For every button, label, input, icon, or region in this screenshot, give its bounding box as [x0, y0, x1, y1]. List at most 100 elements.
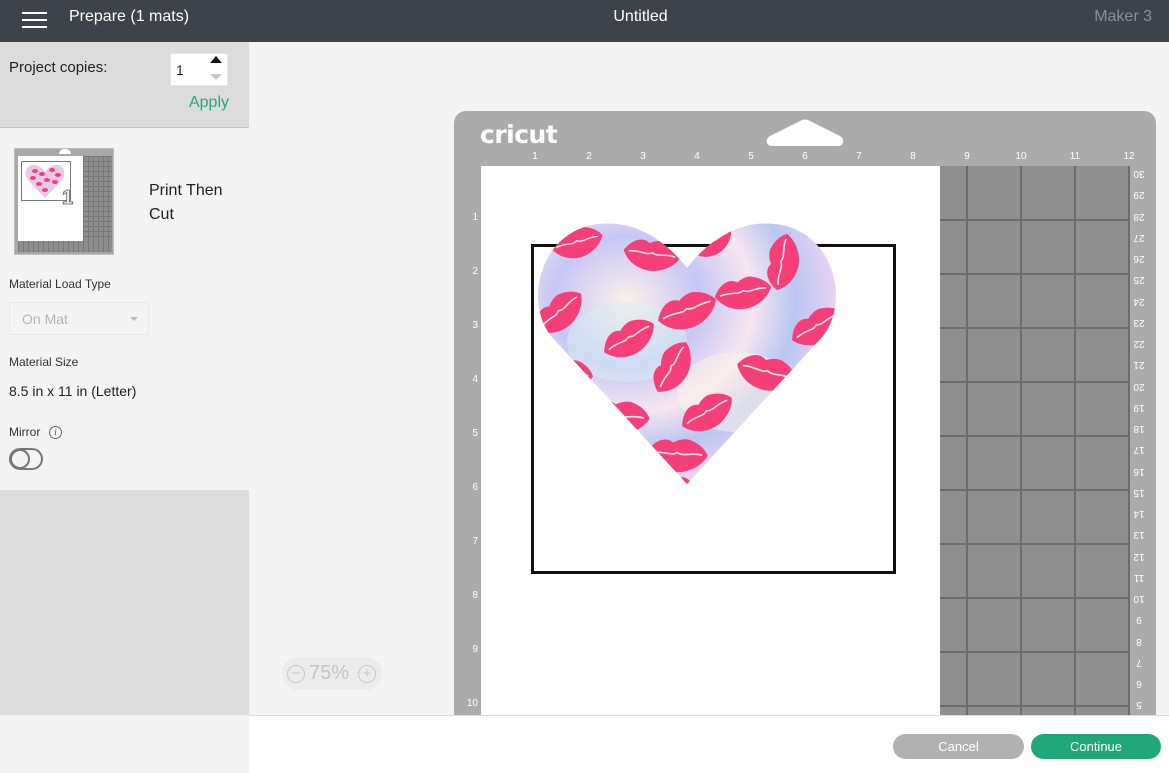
mat-grid-area [940, 166, 1130, 751]
grid-line [966, 166, 968, 751]
ruler-tick-label: 13 [1133, 529, 1145, 541]
ruler-tick-label: 17 [1133, 444, 1145, 456]
ruler-tick-label: 18 [1133, 423, 1145, 434]
ruler-tick-label: 7 [1136, 656, 1142, 668]
ruler-tick-label: 20 [1133, 380, 1145, 392]
material-load-type-label: Material Load Type [9, 277, 111, 291]
ruler-tick-label: 22 [1133, 338, 1145, 349]
ruler-tick-label: 10 [466, 698, 478, 709]
ruler-tick-label: 15 [1133, 486, 1145, 498]
ruler-tick-label: 9 [1136, 614, 1142, 626]
ruler-tick-label: 12 [1123, 151, 1135, 162]
ruler-tick-label: 2 [472, 266, 478, 277]
grid-line [940, 651, 1129, 653]
zoom-control: − 75% + [282, 657, 382, 690]
zoom-out-icon[interactable]: − [287, 665, 305, 683]
machine-name[interactable]: Maker 3 [1094, 8, 1152, 26]
apply-button[interactable]: Apply [189, 94, 229, 112]
ruler-tick-label: 8 [472, 590, 478, 601]
ruler-tick-label: 8 [1136, 635, 1142, 647]
decrement-arrow-icon[interactable] [210, 74, 222, 80]
grid-line [940, 597, 1129, 599]
cricut-logo: cricut [480, 120, 558, 149]
ruler-tick-label: 7 [856, 151, 862, 162]
chevron-down-icon [130, 317, 138, 321]
material-load-type-value: On Mat [22, 311, 68, 327]
ruler-tick-label: 5 [472, 428, 478, 439]
ruler-tick-label: 6 [802, 151, 808, 162]
project-copies-panel: Project copies: 1 Apply [0, 42, 249, 128]
grid-line [940, 219, 1129, 221]
ruler-tick-label: 3 [472, 320, 478, 331]
ruler-tick-label: 11 [1133, 571, 1145, 583]
grid-line [940, 705, 1129, 707]
ruler-tick-label: 12 [1133, 550, 1145, 562]
project-copies-label: Project copies: [9, 59, 108, 76]
ruler-tick-label: 9 [964, 151, 970, 162]
mat-type-label: Print Then Cut [149, 182, 223, 223]
ruler-tick-label: 6 [472, 482, 478, 493]
grid-line [940, 273, 1129, 275]
continue-button[interactable]: Continue [1031, 734, 1161, 759]
ruler-tick-label: 4 [694, 151, 700, 162]
ruler-tick-label: 27 [1133, 231, 1145, 243]
ruler-tick-label: 25 [1133, 274, 1145, 286]
ruler-tick-label: 2 [586, 151, 592, 162]
info-icon[interactable]: i [49, 426, 62, 439]
material-size-label: Material Size [9, 355, 79, 369]
ruler-tick-label: 16 [1133, 465, 1145, 477]
ruler-tick-label: 29 [1133, 189, 1145, 201]
material-size-value: 8.5 in x 11 in (Letter) [9, 383, 137, 399]
mat-paper-area [481, 166, 940, 751]
sidebar-empty-area [0, 490, 249, 715]
zoom-in-icon[interactable]: + [358, 665, 376, 683]
increment-arrow-icon[interactable] [210, 56, 222, 63]
ruler-tick-label: 5 [1136, 699, 1142, 711]
grid-line [940, 489, 1129, 491]
mat-thumbnail[interactable]: 1 [14, 148, 114, 255]
zoom-level: 75% [309, 662, 350, 684]
grid-line [1020, 166, 1022, 751]
grid-line [940, 381, 1129, 383]
ruler-tick-label: 5 [748, 151, 754, 162]
cutting-mat: cricut 1 2 3 4 5 6 7 8 9 10 11 12 1 2 3 4 5 6 7 8 9 10 30 29 2… [454, 111, 1156, 751]
bottom-action-bar: Cancel Continue [249, 715, 1169, 773]
mirror-toggle[interactable] [9, 448, 43, 470]
ruler-tick-label: 1 [472, 212, 478, 223]
ruler-tick-label: 24 [1133, 295, 1145, 307]
ruler-tick-label: 30 [1133, 168, 1145, 179]
ruler-tick-label: 23 [1133, 316, 1145, 328]
thumbnail-heart-icon [25, 164, 65, 198]
thumbnail-grid-bottom [18, 241, 112, 252]
ruler-tick-label: 7 [472, 536, 478, 547]
sidebar: Project copies: 1 Apply 1 Print Then Cut… [0, 42, 249, 773]
ruler-tick-label: 10 [1015, 151, 1027, 162]
ruler-tick-label: 1 [532, 151, 538, 162]
mat-number: 1 [61, 187, 74, 210]
grid-line [940, 327, 1129, 329]
ruler-tick-label: 11 [1069, 151, 1081, 162]
thumbnail-grid [83, 156, 112, 241]
grid-line [1074, 166, 1076, 751]
ruler-tick-label: 21 [1133, 359, 1145, 371]
ruler-tick-label: 10 [1133, 593, 1145, 604]
top-bar: Prepare (1 mats) Untitled Maker 3 [0, 0, 1169, 42]
lips-heart-design[interactable] [537, 222, 837, 487]
material-load-type-select[interactable]: On Mat [9, 302, 149, 335]
cancel-button[interactable]: Cancel [893, 734, 1024, 759]
grid-line [1128, 166, 1130, 751]
ruler-tick-label: 4 [472, 374, 478, 385]
ruler-tick-label: 9 [472, 644, 478, 655]
ruler-tick-label: 14 [1133, 508, 1145, 519]
grid-line [940, 543, 1129, 545]
grid-line [940, 435, 1129, 437]
ruler-tick-label: 26 [1133, 253, 1145, 264]
mirror-label: Mirror [9, 425, 41, 439]
ruler-tick-label: 3 [640, 151, 646, 162]
mat-notch [59, 149, 71, 154]
mat-notch-icon [766, 119, 844, 146]
document-title: Untitled [613, 8, 668, 25]
ruler-tick-label: 6 [1136, 678, 1142, 689]
ruler-tick-label: 8 [910, 151, 916, 162]
ruler-tick-label: 28 [1133, 210, 1145, 222]
